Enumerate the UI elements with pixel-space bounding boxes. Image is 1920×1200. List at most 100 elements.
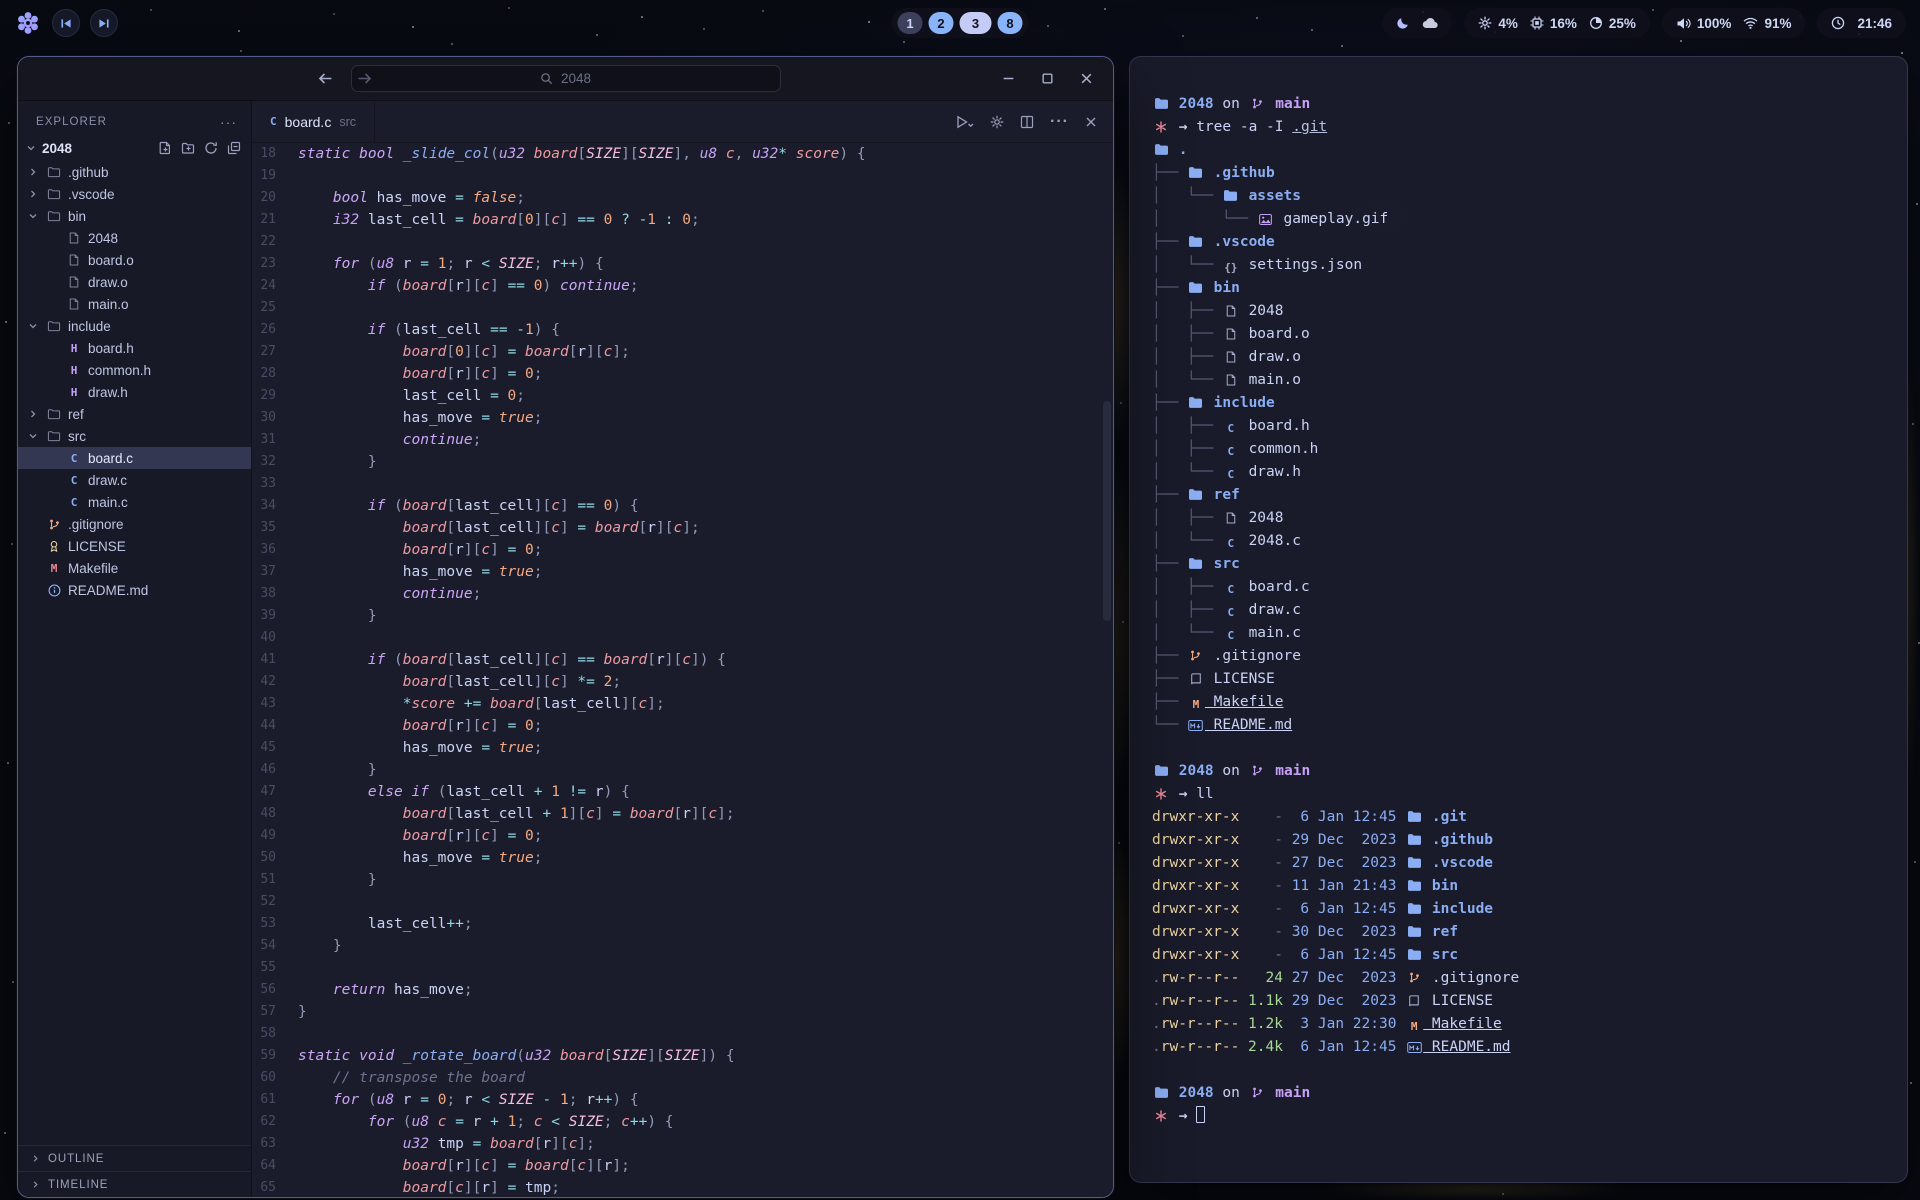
code-line-29[interactable]: 29 last_cell = 0; xyxy=(252,385,1113,407)
code-line-38[interactable]: 38 continue; xyxy=(252,583,1113,605)
code-line-63[interactable]: 63 u32 tmp = board[r][c]; xyxy=(252,1133,1113,1155)
sidebar-file-Makefile[interactable]: MMakefile xyxy=(18,557,251,579)
code-line-59[interactable]: 59static void _rotate_board(u32 board[SI… xyxy=(252,1045,1113,1067)
distro-logo-icon[interactable] xyxy=(14,9,42,37)
code-line-50[interactable]: 50 has_move = true; xyxy=(252,847,1113,869)
sidebar-file-draw.h[interactable]: Hdraw.h xyxy=(18,381,251,403)
sidebar-folder-.vscode[interactable]: .vscode xyxy=(18,183,251,205)
navigate-forward-button[interactable] xyxy=(357,72,372,85)
code-line-54[interactable]: 54 } xyxy=(252,935,1113,957)
sidebar-folder-.github[interactable]: .github xyxy=(18,161,251,183)
media-prev-button[interactable] xyxy=(52,9,80,37)
code-line-64[interactable]: 64 board[r][c] = board[c][r]; xyxy=(252,1155,1113,1177)
sidebar-folder-include[interactable]: include xyxy=(18,315,251,337)
code-line-24[interactable]: 24 if (board[r][c] == 0) continue; xyxy=(252,275,1113,297)
close-button[interactable] xyxy=(1080,72,1093,85)
code-line-40[interactable]: 40 xyxy=(252,627,1113,649)
code-line-21[interactable]: 21 i32 last_cell = board[0][c] == 0 ? -1… xyxy=(252,209,1113,231)
code-line-65[interactable]: 65 board[c][r] = tmp; xyxy=(252,1177,1113,1197)
sidebar-file-main.o[interactable]: main.o xyxy=(18,293,251,315)
sidebar-file-common.h[interactable]: Hcommon.h xyxy=(18,359,251,381)
settings-button[interactable] xyxy=(990,115,1004,129)
code-line-31[interactable]: 31 continue; xyxy=(252,429,1113,451)
code-line-45[interactable]: 45 has_move = true; xyxy=(252,737,1113,759)
outline-panel-header[interactable]: OUTLINE xyxy=(18,1145,251,1171)
code-line-55[interactable]: 55 xyxy=(252,957,1113,979)
code-line-60[interactable]: 60 // transpose the board xyxy=(252,1067,1113,1089)
split-editor-button[interactable] xyxy=(1020,115,1034,129)
code-line-51[interactable]: 51 } xyxy=(252,869,1113,891)
code-line-36[interactable]: 36 board[r][c] = 0; xyxy=(252,539,1113,561)
tab-board-c[interactable]: C board.c src xyxy=(252,101,375,142)
code-editor[interactable]: 18static bool _slide_col(u32 board[SIZE]… xyxy=(252,143,1113,1197)
workspace-3[interactable]: 3 xyxy=(960,12,992,34)
code-line-41[interactable]: 41 if (board[last_cell][c] == board[r][c… xyxy=(252,649,1113,671)
workspace-2[interactable]: 2 xyxy=(929,12,954,34)
sidebar-file-board.o[interactable]: board.o xyxy=(18,249,251,271)
code-line-32[interactable]: 32 } xyxy=(252,451,1113,473)
weather-widget[interactable] xyxy=(1382,8,1452,38)
sidebar-folder-src[interactable]: src xyxy=(18,425,251,447)
code-line-48[interactable]: 48 board[last_cell + 1][c] = board[r][c]… xyxy=(252,803,1113,825)
workspace-1[interactable]: 1 xyxy=(898,12,923,34)
code-line-44[interactable]: 44 board[r][c] = 0; xyxy=(252,715,1113,737)
explorer-more-actions-button[interactable]: ··· xyxy=(220,114,237,130)
sidebar-file-board.h[interactable]: Hboard.h xyxy=(18,337,251,359)
sidebar-file-README.md[interactable]: README.md xyxy=(18,579,251,601)
sidebar-file-.gitignore[interactable]: .gitignore xyxy=(18,513,251,535)
code-line-37[interactable]: 37 has_move = true; xyxy=(252,561,1113,583)
sidebar-file-draw.o[interactable]: draw.o xyxy=(18,271,251,293)
code-line-58[interactable]: 58 xyxy=(252,1023,1113,1045)
code-line-28[interactable]: 28 board[r][c] = 0; xyxy=(252,363,1113,385)
code-line-34[interactable]: 34 if (board[last_cell][c] == 0) { xyxy=(252,495,1113,517)
code-line-22[interactable]: 22 xyxy=(252,231,1113,253)
code-line-35[interactable]: 35 board[last_cell][c] = board[r][c]; xyxy=(252,517,1113,539)
collapse-all-button[interactable] xyxy=(227,141,241,155)
code-line-18[interactable]: 18static bool _slide_col(u32 board[SIZE]… xyxy=(252,143,1113,165)
more-actions-button[interactable]: ··· xyxy=(1050,113,1069,131)
audio-network-widget[interactable]: 100% 91% xyxy=(1662,8,1806,38)
code-line-42[interactable]: 42 board[last_cell][c] *= 2; xyxy=(252,671,1113,693)
command-center-search[interactable]: 2048 xyxy=(351,65,781,92)
code-line-39[interactable]: 39 } xyxy=(252,605,1113,627)
system-stats-widget[interactable]: 4% 16% 25% xyxy=(1464,8,1650,38)
new-folder-button[interactable] xyxy=(181,141,195,155)
close-editor-button[interactable] xyxy=(1085,116,1097,128)
workspace-8[interactable]: 8 xyxy=(998,12,1023,34)
code-line-23[interactable]: 23 for (u8 r = 1; r < SIZE; r++) { xyxy=(252,253,1113,275)
sidebar-folder-ref[interactable]: ref xyxy=(18,403,251,425)
code-line-33[interactable]: 33 xyxy=(252,473,1113,495)
terminal-window[interactable]: 2048 on main → tree -a -I .git .├── .git… xyxy=(1129,56,1908,1183)
code-line-56[interactable]: 56 return has_move; xyxy=(252,979,1113,1001)
code-line-19[interactable]: 19 xyxy=(252,165,1113,187)
code-line-49[interactable]: 49 board[r][c] = 0; xyxy=(252,825,1113,847)
project-root-row[interactable]: 2048 xyxy=(18,135,251,161)
code-line-47[interactable]: 47 else if (last_cell + 1 != r) { xyxy=(252,781,1113,803)
code-line-53[interactable]: 53 last_cell++; xyxy=(252,913,1113,935)
editor-titlebar[interactable]: 2048 xyxy=(18,57,1113,101)
code-line-26[interactable]: 26 if (last_cell == -1) { xyxy=(252,319,1113,341)
code-line-52[interactable]: 52 xyxy=(252,891,1113,913)
refresh-button[interactable] xyxy=(204,141,218,155)
sidebar-file-board.c[interactable]: Cboard.c xyxy=(18,447,251,469)
clock-widget[interactable]: 21:46 xyxy=(1817,8,1906,38)
code-line-27[interactable]: 27 board[0][c] = board[r][c]; xyxy=(252,341,1113,363)
maximize-button[interactable] xyxy=(1041,72,1054,85)
code-line-57[interactable]: 57} xyxy=(252,1001,1113,1023)
sidebar-file-main.c[interactable]: Cmain.c xyxy=(18,491,251,513)
run-button[interactable] xyxy=(956,115,974,129)
timeline-panel-header[interactable]: TIMELINE xyxy=(18,1171,251,1197)
sidebar-file-draw.c[interactable]: Cdraw.c xyxy=(18,469,251,491)
code-line-62[interactable]: 62 for (u8 c = r + 1; c < SIZE; c++) { xyxy=(252,1111,1113,1133)
code-line-46[interactable]: 46 } xyxy=(252,759,1113,781)
code-line-30[interactable]: 30 has_move = true; xyxy=(252,407,1113,429)
code-line-61[interactable]: 61 for (u8 r = 0; r < SIZE - 1; r++) { xyxy=(252,1089,1113,1111)
code-line-43[interactable]: 43 *score += board[last_cell][c]; xyxy=(252,693,1113,715)
navigate-back-button[interactable] xyxy=(318,72,333,85)
sidebar-folder-bin[interactable]: bin xyxy=(18,205,251,227)
new-file-button[interactable] xyxy=(158,141,172,155)
code-line-25[interactable]: 25 xyxy=(252,297,1113,319)
sidebar-file-LICENSE[interactable]: LICENSE xyxy=(18,535,251,557)
code-line-20[interactable]: 20 bool has_move = false; xyxy=(252,187,1113,209)
sidebar-file-2048[interactable]: 2048 xyxy=(18,227,251,249)
